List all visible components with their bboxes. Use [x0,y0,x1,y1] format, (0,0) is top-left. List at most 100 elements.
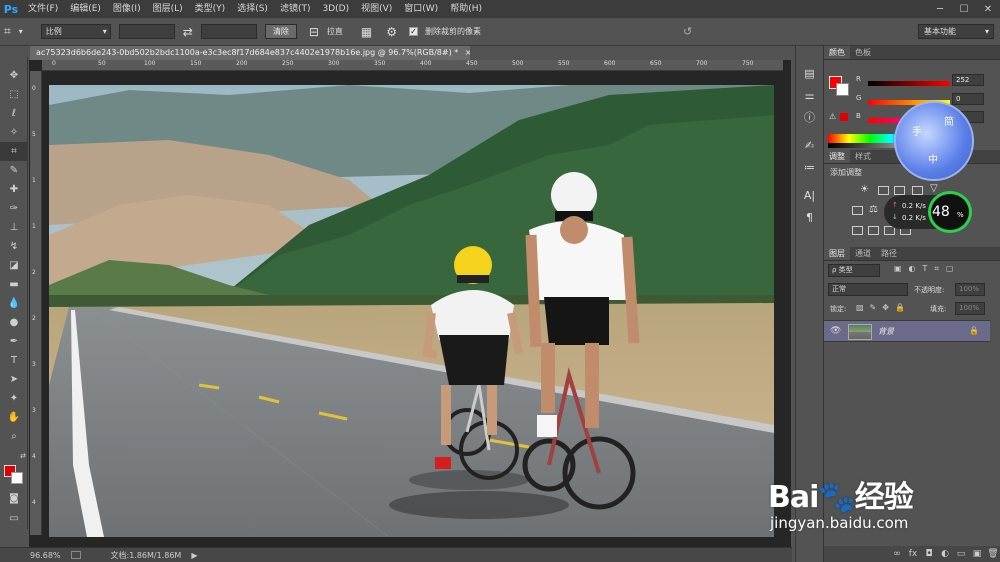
network-speed-widget[interactable]: ↑ ↓ 0.2 K/s 0.2 K/s 48 % [884,191,972,233]
shape-tool-icon[interactable]: ✦ [0,389,28,408]
menu-edit[interactable]: 编辑(E) [64,0,107,18]
fx-icon[interactable]: fx [905,549,921,559]
opacity-input[interactable]: 100% [955,283,985,296]
blend-mode-select[interactable]: 正常 [828,283,908,296]
lock-label: 锁定: [830,305,847,313]
delete-cropped-checkbox[interactable]: ✓ [409,27,419,36]
lock-icons[interactable]: ▨✎✥🔒 [856,303,911,312]
clone-stamp-tool-icon[interactable]: ⊥ [0,218,28,237]
menu-3d[interactable]: 3D(D) [316,0,355,18]
zoom-tool-icon[interactable]: ⌕ [0,427,28,446]
crop-tool-icon[interactable]: ⌗ [4,24,11,39]
gradient-tool-icon[interactable]: ▬ [0,275,28,294]
menu-filter[interactable]: 滤镜(T) [274,0,317,18]
hand-tool-icon[interactable]: ✋ [0,408,28,427]
new-adjustment-icon[interactable]: ◐ [937,549,953,559]
tab-adjustments[interactable]: 调整 [824,150,850,163]
new-group-icon[interactable]: ▭ [953,549,969,559]
history-icon[interactable]: ▤ [796,62,823,84]
menu-image[interactable]: 图像(I) [107,0,147,18]
swap-colors-icon[interactable]: ⇄ [0,446,28,465]
green-value-input[interactable]: 0 [952,93,984,105]
red-slider[interactable] [868,81,950,86]
close-button[interactable]: ✕ [976,0,1000,18]
tab-paths[interactable]: 路径 [876,247,902,260]
menu-layer[interactable]: 图层(L) [147,0,189,18]
magic-wand-tool-icon[interactable]: ✧ [0,123,28,142]
gamut-swatch[interactable] [840,113,848,121]
move-tool-icon[interactable]: ✥ [0,66,28,85]
reset-icon[interactable]: ↺ [683,25,692,38]
color-balance-icon[interactable]: ⚖ [869,204,878,215]
swap-dimensions-icon[interactable]: ⇄ [183,25,193,39]
hue-saturation-icon[interactable] [852,206,863,215]
properties-icon[interactable]: ⚌ [796,84,823,106]
path-selection-tool-icon[interactable]: ➤ [0,370,28,389]
background-color-swatch[interactable] [11,472,23,484]
menu-help[interactable]: 帮助(H) [444,0,488,18]
tab-styles[interactable]: 样式 [850,150,876,163]
maximize-button[interactable]: ☐ [952,0,976,18]
tab-color[interactable]: 颜色 [824,46,850,59]
pen-tool-icon[interactable]: ✒ [0,332,28,351]
eraser-tool-icon[interactable]: ◪ [0,256,28,275]
status-menu-icon[interactable] [70,551,81,559]
dodge-tool-icon[interactable]: ● [0,313,28,332]
eye-icon[interactable]: 👁 [830,326,841,336]
red-value-input[interactable]: 252 [952,74,984,86]
new-layer-icon[interactable]: ▣ [969,549,985,559]
character-icon[interactable]: A| [796,184,823,206]
close-tab-icon[interactable]: × [465,48,470,57]
trash-icon[interactable]: 🗑 [985,549,1000,559]
straighten-label[interactable]: 拉直 [327,26,343,37]
straighten-icon[interactable]: ⊟ [309,25,319,39]
link-layers-icon[interactable]: ∞ [889,549,905,559]
paragraph-icon[interactable]: ¶ [796,206,823,228]
marquee-tool-icon[interactable]: ⬚ [0,85,28,104]
clear-button[interactable]: 清除 [264,24,297,39]
tab-swatches[interactable]: 色板 [850,46,876,59]
gear-icon[interactable]: ⚙ [386,25,397,39]
healing-brush-tool-icon[interactable]: ✚ [0,180,28,199]
tab-channels[interactable]: 通道 [850,247,876,260]
type-tool-icon[interactable]: T [0,351,28,370]
brightness-icon[interactable]: ☀ [860,184,869,195]
menu-select[interactable]: 选择(S) [231,0,274,18]
crop-width-input[interactable] [118,24,175,39]
image-canvas[interactable] [49,85,774,537]
channel-mixer-icon[interactable] [868,226,879,235]
tab-layers[interactable]: 图层 [824,247,850,260]
brush-presets-icon[interactable]: ✍ [796,134,823,156]
brush-tool-icon[interactable]: ✑ [0,199,28,218]
layer-filter-icons[interactable]: ▣◐T⌗▢ [894,264,961,274]
quick-mask-icon[interactable]: ◙ [0,489,28,508]
layer-row-background[interactable]: 👁 背景 🔒 [824,320,990,342]
menu-type[interactable]: 类型(Y) [189,0,232,18]
screen-mode-icon[interactable]: ▭ [0,509,28,528]
document-tab[interactable]: ac75323d6b6de243-0bd502b2bdc1100a-e3c3ec… [30,46,470,60]
crop-tool-icon[interactable]: ⌗ [0,142,28,161]
blur-tool-icon[interactable]: 💧 [0,294,28,313]
layer-name[interactable]: 背景 [878,326,894,337]
lasso-tool-icon[interactable]: ℓ [0,104,28,123]
tool-presets-icon[interactable]: ≔ [796,156,823,178]
tool-preset-chevron-icon[interactable]: ▾ [19,27,23,36]
menu-window[interactable]: 窗口(W) [398,0,444,18]
history-brush-tool-icon[interactable]: ↯ [0,237,28,256]
menu-view[interactable]: 视图(V) [355,0,398,18]
info-icon[interactable]: ⓘ [796,106,823,128]
layer-filter-select[interactable]: ρ 类型 [828,264,880,277]
zoom-level[interactable]: 96.68% [30,551,61,560]
overlay-grid-icon[interactable]: ▦ [361,25,372,39]
crop-ratio-select[interactable]: 比例 [40,24,111,39]
crop-height-input[interactable] [200,24,257,39]
photo-filter-icon[interactable] [852,226,863,235]
fill-input[interactable]: 100% [955,302,985,315]
menu-file[interactable]: 文件(F) [22,0,64,18]
minimize-button[interactable]: ─ [928,0,952,18]
workspace-select[interactable]: 基本功能 [918,24,994,39]
status-arrow-icon[interactable]: ▶ [191,551,197,560]
floating-assistant-widget[interactable]: 手 简 中 [894,101,974,181]
eyedropper-tool-icon[interactable]: ✎ [0,161,28,180]
add-mask-icon[interactable]: ◘ [921,549,937,559]
